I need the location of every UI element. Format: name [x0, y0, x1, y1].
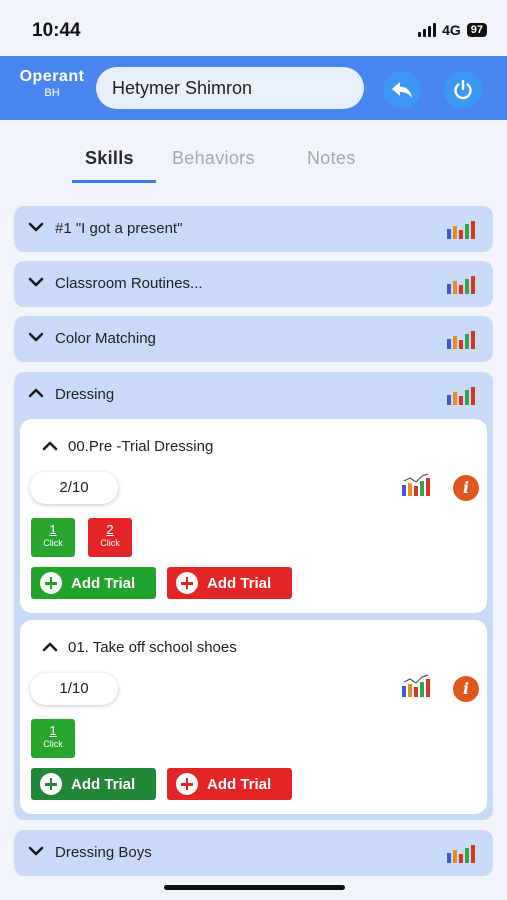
add-trial-label: Add Trial [71, 775, 136, 793]
click-counter[interactable]: 1 Click [31, 518, 75, 557]
click-label: Click [43, 538, 63, 548]
power-button[interactable] [444, 71, 482, 109]
click-number: 1 [49, 723, 57, 738]
tab-bar: Skills Behaviors Notes [0, 140, 507, 184]
app-logo: Operant BH [10, 68, 94, 99]
skill-label: #1 "I got a present" [55, 220, 183, 237]
target-card: 01. Take off school shoes 1/10 i 1 Click… [20, 620, 487, 814]
click-number: 2 [106, 522, 114, 537]
skill-row-dressing[interactable]: Dressing [14, 372, 493, 418]
skill-row[interactable]: Dressing Boys [14, 830, 493, 876]
skill-row[interactable]: #1 "I got a present" [14, 206, 493, 252]
home-indicator[interactable] [164, 885, 345, 890]
info-icon[interactable]: i [453, 676, 479, 702]
chevron-down-icon [28, 332, 44, 342]
plus-circle-icon [176, 572, 198, 594]
chevron-down-icon [28, 846, 44, 856]
bar-chart-icon[interactable] [446, 384, 476, 406]
network-type: 4G [442, 22, 461, 38]
target-title: 00.Pre -Trial Dressing [68, 438, 214, 455]
click-label: Click [43, 739, 63, 749]
app-header: Operant BH Hetymer Shimron [0, 56, 507, 120]
skill-row[interactable]: Classroom Routines... [14, 261, 493, 307]
status-time: 10:44 [32, 20, 81, 41]
skill-label: Color Matching [55, 330, 156, 347]
skill-label: Dressing Boys [55, 844, 152, 861]
chevron-down-icon [28, 277, 44, 287]
chevron-up-icon [28, 388, 44, 398]
info-icon[interactable]: i [453, 475, 479, 501]
bar-chart-icon[interactable] [446, 218, 476, 240]
click-number: 1 [49, 522, 57, 537]
skill-label: Classroom Routines... [55, 275, 203, 292]
skill-section-dressing: Dressing 00.Pre -Trial Dressing 2/10 i 1… [14, 372, 493, 820]
status-bar: 10:44 4G 97 [0, 0, 507, 56]
add-incorrect-trial-button[interactable]: Add Trial [167, 567, 292, 599]
logo-sub: BH [44, 87, 60, 99]
logo-main: Operant [19, 68, 85, 85]
target-card: 00.Pre -Trial Dressing 2/10 i 1 Click 2 … [20, 419, 487, 613]
add-correct-trial-button[interactable]: Add Trial [31, 567, 156, 599]
add-trial-label: Add Trial [207, 775, 272, 793]
line-bar-chart-icon[interactable] [401, 473, 433, 497]
click-counter[interactable]: 2 Click [88, 518, 132, 557]
bar-chart-icon[interactable] [446, 273, 476, 295]
click-label: Click [100, 538, 120, 548]
tab-behaviors[interactable]: Behaviors [172, 148, 255, 169]
power-icon [454, 79, 472, 100]
trial-count: 2/10 [30, 472, 118, 504]
battery-icon: 97 [466, 23, 487, 37]
tab-notes[interactable]: Notes [307, 148, 356, 169]
plus-circle-icon [40, 773, 62, 795]
bar-chart-icon[interactable] [446, 842, 476, 864]
chevron-up-icon[interactable] [42, 440, 58, 452]
add-correct-trial-button[interactable]: Add Trial [31, 768, 156, 800]
chevron-up-icon[interactable] [42, 641, 58, 653]
client-name-field[interactable]: Hetymer Shimron [96, 67, 364, 109]
plus-circle-icon [176, 773, 198, 795]
status-indicators: 4G 97 [418, 22, 487, 38]
click-counter[interactable]: 1 Click [31, 719, 75, 758]
active-tab-indicator [72, 180, 156, 183]
skill-label: Dressing [55, 386, 115, 403]
chevron-down-icon [28, 222, 44, 232]
line-bar-chart-icon[interactable] [401, 674, 433, 698]
tab-skills[interactable]: Skills [85, 148, 134, 169]
add-incorrect-trial-button[interactable]: Add Trial [167, 768, 292, 800]
signal-icon [418, 23, 437, 37]
add-trial-label: Add Trial [71, 574, 136, 592]
reply-arrow-icon [392, 82, 412, 98]
skill-row[interactable]: Color Matching [14, 316, 493, 362]
plus-circle-icon [40, 572, 62, 594]
add-trial-label: Add Trial [207, 574, 272, 592]
back-button[interactable] [383, 71, 421, 109]
bar-chart-icon[interactable] [446, 328, 476, 350]
trial-count: 1/10 [30, 673, 118, 705]
target-title: 01. Take off school shoes [68, 639, 237, 656]
